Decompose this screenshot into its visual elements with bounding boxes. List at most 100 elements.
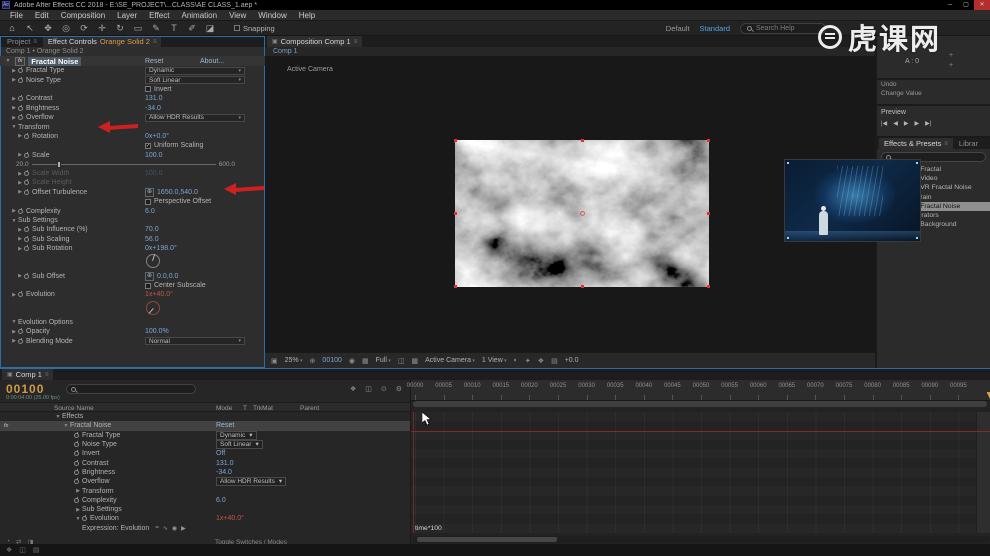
timeline-row-expression-evolution[interactable]: Expression: Evolution = ∿ ◉ ▶ xyxy=(0,524,410,533)
workspace-standard[interactable]: Standard xyxy=(700,24,730,33)
track-row-invert[interactable] xyxy=(411,449,990,458)
stopwatch-icon[interactable] xyxy=(18,291,23,298)
track-row-sub-settings[interactable] xyxy=(411,505,990,514)
shape-tool-icon[interactable]: ▭ xyxy=(130,23,146,34)
column-source-name[interactable]: Source Name xyxy=(54,405,94,412)
layer-handle[interactable] xyxy=(454,285,457,288)
noise-type-value[interactable]: Soft Linear ▾ xyxy=(216,440,263,450)
scale-width-value[interactable]: 100.0 xyxy=(145,170,163,177)
menu-edit[interactable]: Edit xyxy=(29,11,55,20)
timeline-track-area[interactable]: 00000 00005 00010 00015 00020 00025 00030 00035… xyxy=(407,380,990,545)
blending-mode-dropdown[interactable]: Normal ▾ xyxy=(145,337,245,346)
zoom-level[interactable]: 25% ▾ xyxy=(285,357,303,364)
track-row-brightness[interactable] xyxy=(411,468,990,477)
expression-language-icon[interactable]: ▶ xyxy=(181,525,186,532)
comp-mini-flowchart-icon[interactable]: ❖ xyxy=(350,385,356,393)
expression-enable-icon[interactable]: = xyxy=(155,525,159,532)
timeline-row-complexity[interactable]: Complexity 6.0 xyxy=(0,496,410,505)
anchor-point[interactable] xyxy=(580,211,585,216)
stopwatch-icon[interactable] xyxy=(24,170,29,177)
snapping-toggle[interactable]: Snapping xyxy=(234,24,275,33)
menu-composition[interactable]: Composition xyxy=(55,11,111,20)
sub-rotation-value[interactable]: 0x+198.0° xyxy=(145,245,177,252)
scale-value[interactable]: 100.0 xyxy=(145,152,163,159)
expression-graph-icon[interactable]: ∿ xyxy=(163,525,168,532)
exposure-value[interactable]: +0.0 xyxy=(565,357,579,364)
track-row-evolution[interactable] xyxy=(411,514,990,523)
pixel-aspect-icon[interactable]: ◐ xyxy=(514,357,518,364)
zoom-tool-icon[interactable]: ◎ xyxy=(58,23,74,34)
workspace-default[interactable]: Default xyxy=(666,24,690,33)
graph-editor-icon[interactable]: ⚙ xyxy=(396,385,402,393)
layer-handle[interactable] xyxy=(454,139,457,142)
column-trkmat[interactable]: TrkMat xyxy=(253,405,273,412)
composition-breadcrumb[interactable]: Comp 1 xyxy=(265,47,875,56)
timeline-row-contrast[interactable]: Contrast 131.0 xyxy=(0,458,410,467)
tutorial-video-overlay[interactable] xyxy=(784,159,921,242)
stopwatch-icon[interactable] xyxy=(18,67,23,74)
pan-camera-tool-icon[interactable]: ✛ xyxy=(94,23,110,34)
pen-tool-icon[interactable]: ✎ xyxy=(148,23,164,34)
type-tool-icon[interactable]: T xyxy=(166,23,182,34)
hand-tool-icon[interactable]: ✥ xyxy=(40,23,56,34)
tab-project[interactable]: Project ≡ xyxy=(2,36,42,47)
rotation-dial[interactable] xyxy=(146,300,160,315)
twirl-icon[interactable]: ▼ xyxy=(4,58,12,64)
next-frame-button[interactable]: ▶ xyxy=(914,120,919,127)
timeline-row-evolution[interactable]: ▼ Evolution 1x+40.0° xyxy=(0,514,410,523)
brush-tool-icon[interactable]: ✐ xyxy=(184,23,200,34)
twirl-icon[interactable]: ▶ xyxy=(10,77,18,83)
last-frame-button[interactable]: ▶| xyxy=(925,120,931,127)
panels-status-icon[interactable]: ◫ xyxy=(19,546,26,554)
home-status-icon[interactable]: ❖ xyxy=(6,546,12,554)
stopwatch-icon[interactable] xyxy=(18,95,23,102)
sub-influence-value[interactable]: 70.0 xyxy=(145,226,159,233)
point-picker-icon[interactable]: ⊕ xyxy=(145,271,155,281)
menu-window[interactable]: Window xyxy=(252,11,292,20)
timeline-row-brightness[interactable]: Brightness -34.0 xyxy=(0,468,410,477)
stopwatch-icon[interactable] xyxy=(18,76,23,83)
center-subscale-checkbox[interactable] xyxy=(145,282,151,289)
view-layout-menu[interactable]: 1 View ▾ xyxy=(482,357,507,364)
offset-turbulence-value[interactable]: 1650.0,540.0 xyxy=(157,189,198,196)
layer-handle[interactable] xyxy=(581,285,584,288)
about-button[interactable]: About... xyxy=(200,58,224,65)
fractal-noise-value[interactable]: Reset xyxy=(216,422,234,429)
panel-menu-icon[interactable]: ≡ xyxy=(33,39,37,45)
track-row-contrast[interactable] xyxy=(411,458,990,467)
twirl-icon[interactable]: ▶ xyxy=(16,246,24,252)
flowchart-button-icon[interactable]: ▤ xyxy=(551,357,558,365)
stopwatch-icon[interactable] xyxy=(18,114,23,121)
fractal-noise-effect-header[interactable]: ▼ fx Fractal Noise Reset About... xyxy=(0,56,265,66)
stopwatch-icon[interactable] xyxy=(74,441,79,448)
stopwatch-icon[interactable] xyxy=(24,151,29,158)
stopwatch-icon[interactable] xyxy=(82,515,87,522)
search-help-input[interactable]: Search Help xyxy=(740,22,826,34)
tab-timeline-comp1[interactable]: ▣ Comp 1 ≡ xyxy=(2,369,54,380)
sub-scaling-value[interactable]: 56.0 xyxy=(145,236,159,243)
twirl-icon[interactable]: ▶ xyxy=(10,292,18,298)
uniform-scaling-checkbox[interactable]: ✓ xyxy=(145,142,151,149)
column-t[interactable]: T xyxy=(243,405,247,412)
track-row-effects[interactable] xyxy=(411,412,990,421)
safe-zones-icon[interactable]: ⊕ xyxy=(310,357,316,365)
track-row-expression-evolution[interactable]: time*100 xyxy=(411,524,990,533)
timeline-row-fractal-noise[interactable]: fx ▼ Fractal Noise Reset xyxy=(0,421,410,431)
stopwatch-icon[interactable] xyxy=(74,450,79,457)
twirl-icon[interactable]: ▶ xyxy=(16,180,24,186)
rotation-value[interactable]: 0x+0.0° xyxy=(145,133,169,140)
contrast-value[interactable]: 131.0 xyxy=(145,95,163,102)
layer-handle[interactable] xyxy=(707,139,710,142)
layer-duration-bar[interactable] xyxy=(411,430,990,433)
twirl-icon[interactable]: ▶ xyxy=(10,68,18,74)
draft-3d-icon[interactable]: ◫ xyxy=(365,385,372,393)
tab-libraries[interactable]: Librar xyxy=(953,138,984,149)
timeline-row-fractal-type[interactable]: Fractal Type Dynamic ▾ xyxy=(0,430,410,440)
menu-view[interactable]: View xyxy=(223,11,252,20)
point-picker-icon[interactable]: ⊕ xyxy=(145,187,155,197)
twirl-icon[interactable]: ▶ xyxy=(10,115,18,121)
stopwatch-icon[interactable] xyxy=(74,468,79,475)
stopwatch-icon[interactable] xyxy=(18,328,23,335)
current-time-indicator-head[interactable] xyxy=(986,392,990,401)
fast-previews-icon[interactable]: ✦ xyxy=(525,357,531,365)
